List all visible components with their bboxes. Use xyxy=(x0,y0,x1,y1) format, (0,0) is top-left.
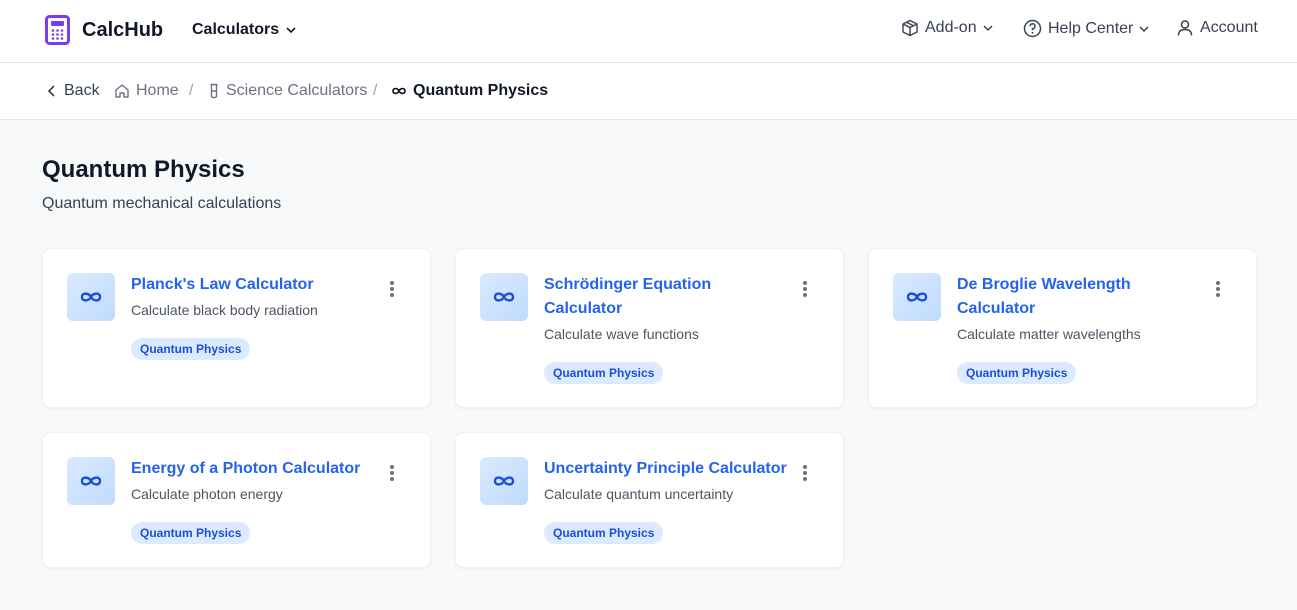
breadcrumb: Back Home / Science Calculators / Quantu… xyxy=(0,63,1297,120)
calculator-card[interactable]: Schrödinger Equation Calculator Calculat… xyxy=(455,248,844,408)
card-title[interactable]: Uncertainty Principle Calculator xyxy=(544,457,789,481)
infinity-icon xyxy=(67,457,115,505)
page-subtitle: Quantum mechanical calculations xyxy=(42,195,282,212)
calculators-menu[interactable]: Calculators xyxy=(192,21,297,39)
account-menu[interactable]: Account xyxy=(1176,19,1258,37)
page-title: Quantum Physics xyxy=(42,156,245,183)
card-description: Calculate matter wavelengths xyxy=(957,326,1141,342)
card-title[interactable]: Planck's Law Calculator xyxy=(131,273,371,297)
breadcrumb-home-label: Home xyxy=(136,82,179,99)
calculator-card[interactable]: Energy of a Photon Calculator Calculate … xyxy=(42,432,431,568)
infinity-icon xyxy=(893,273,941,321)
category-badge: Quantum Physics xyxy=(131,338,251,360)
card-description: Calculate black body radiation xyxy=(131,302,318,318)
chevron-down-icon xyxy=(286,27,296,34)
beaker-icon xyxy=(210,83,218,99)
infinity-icon xyxy=(480,273,528,321)
help-center-menu[interactable]: Help Center xyxy=(1023,19,1150,38)
addon-menu[interactable]: Add-on xyxy=(901,19,994,37)
breadcrumb-current: Quantum Physics xyxy=(391,82,548,100)
calculator-logo-icon xyxy=(45,15,70,45)
card-description: Calculate wave functions xyxy=(544,326,699,342)
help-center-label: Help Center xyxy=(1048,19,1134,37)
calculator-card[interactable]: Planck's Law Calculator Calculate black … xyxy=(42,248,431,408)
card-title[interactable]: Schrödinger Equation Calculator xyxy=(544,273,719,321)
breadcrumb-separator: / xyxy=(189,82,194,99)
more-options-icon[interactable] xyxy=(383,461,401,485)
breadcrumb-separator: / xyxy=(373,82,378,99)
logo-text: CalcHub xyxy=(82,18,164,41)
card-description: Calculate photon energy xyxy=(131,486,283,502)
user-icon xyxy=(1177,20,1193,36)
breadcrumb-current-label: Quantum Physics xyxy=(413,82,549,99)
category-badge: Quantum Physics xyxy=(957,362,1077,384)
category-badge: Quantum Physics xyxy=(544,362,664,384)
chevron-left-icon xyxy=(47,85,55,97)
back-label: Back xyxy=(64,82,100,99)
card-description: Calculate quantum uncertainty xyxy=(544,486,734,502)
card-title[interactable]: Energy of a Photon Calculator xyxy=(131,457,371,481)
breadcrumb-science[interactable]: Science Calculators xyxy=(208,82,367,100)
breadcrumb-home[interactable]: Home xyxy=(114,82,179,100)
home-icon xyxy=(115,84,129,98)
infinity-icon xyxy=(480,457,528,505)
more-options-icon[interactable] xyxy=(383,277,401,301)
calculators-menu-label: Calculators xyxy=(192,21,280,38)
more-options-icon[interactable] xyxy=(796,277,814,301)
calculator-card[interactable]: De Broglie Wavelength Calculator Calcula… xyxy=(868,248,1257,408)
infinity-icon xyxy=(392,87,406,95)
chevron-down-icon xyxy=(983,25,993,32)
more-options-icon[interactable] xyxy=(796,461,814,485)
back-button[interactable]: Back xyxy=(46,82,100,100)
logo[interactable]: CalcHub xyxy=(45,15,163,45)
package-icon xyxy=(902,19,918,37)
addon-label: Add-on xyxy=(925,19,977,36)
chevron-down-icon xyxy=(1139,25,1149,32)
breadcrumb-science-label: Science Calculators xyxy=(226,82,368,99)
more-options-icon[interactable] xyxy=(1209,277,1227,301)
category-badge: Quantum Physics xyxy=(544,522,664,544)
account-label: Account xyxy=(1200,19,1258,36)
card-title[interactable]: De Broglie Wavelength Calculator xyxy=(957,273,1157,321)
top-nav: CalcHub Calculators Add-on Help Center A… xyxy=(0,0,1297,63)
category-badge: Quantum Physics xyxy=(131,522,251,544)
calculator-card[interactable]: Uncertainty Principle Calculator Calcula… xyxy=(455,432,844,568)
infinity-icon xyxy=(67,273,115,321)
help-circle-icon xyxy=(1023,19,1042,38)
